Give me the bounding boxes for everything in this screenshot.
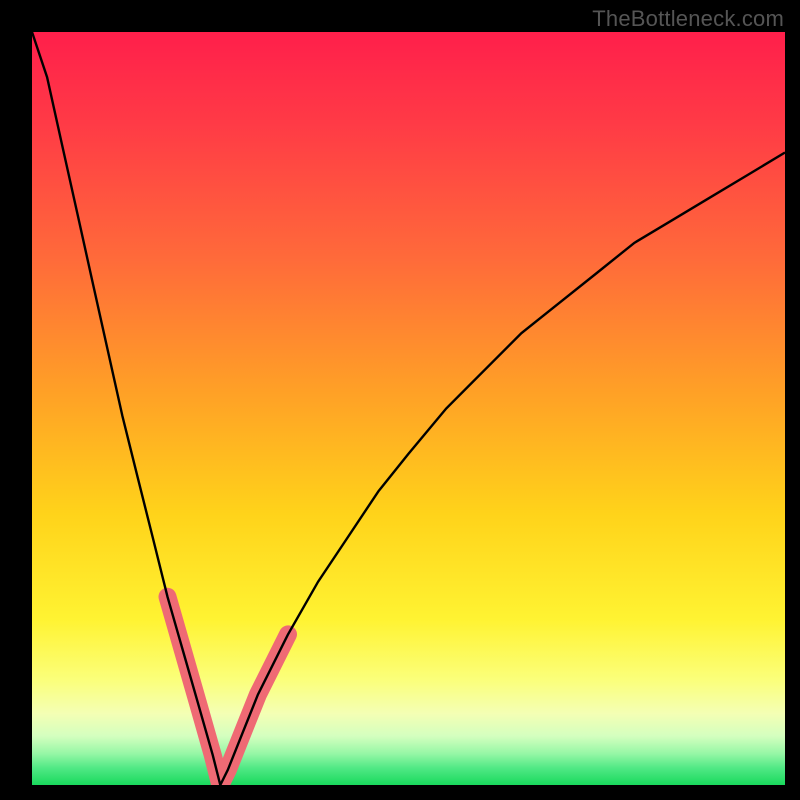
chart-frame: TheBottleneck.com [0, 0, 800, 800]
bottleneck-curve [32, 32, 785, 785]
highlight-segment [168, 597, 289, 785]
plot-area [32, 32, 785, 785]
curve-layer [32, 32, 785, 785]
watermark-text: TheBottleneck.com [592, 6, 784, 32]
